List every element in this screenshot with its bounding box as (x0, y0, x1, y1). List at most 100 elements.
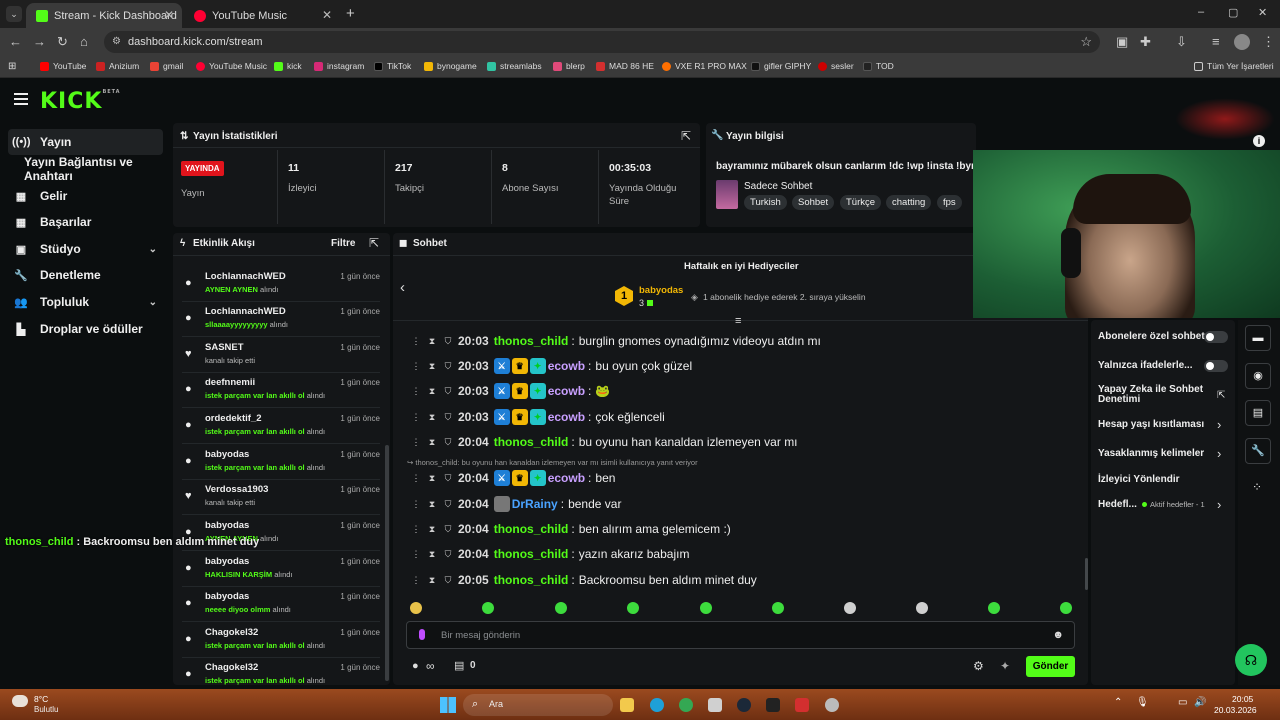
microphone-icon[interactable] (419, 629, 425, 640)
epic-games-icon[interactable] (766, 698, 780, 712)
send-button[interactable]: Gönder (1026, 656, 1075, 677)
drag-handle-icon[interactable]: ⋮ (410, 473, 422, 484)
timeout-icon[interactable]: ⧗ (426, 386, 438, 397)
chat-collapse-icon[interactable]: ≡ (735, 315, 741, 327)
back-icon[interactable]: ← (9, 35, 22, 49)
timeout-icon[interactable]: ⧗ (426, 437, 438, 448)
message-username[interactable]: thonos_child (494, 547, 569, 561)
steam-icon[interactable] (737, 698, 751, 712)
sidebar-item-yayin[interactable]: ((•)) Yayın (8, 129, 163, 155)
emote-icon[interactable] (988, 602, 1000, 614)
message-username[interactable]: thonos_child (494, 573, 569, 587)
chat-bubble-rail-icon[interactable]: ▬ (1245, 325, 1271, 351)
shield-icon[interactable]: ⛉ (442, 336, 454, 347)
activity-username[interactable]: SASNET (205, 342, 244, 353)
viewer-redirect-setting[interactable]: İzleyici Yönlendir (1098, 474, 1180, 485)
drag-handle-icon[interactable]: ⋮ (410, 412, 422, 423)
app-red-icon[interactable] (795, 698, 809, 712)
chat-message[interactable]: ⋮ ⧗ ⛉ 20:03 thonos_child: burglin gnomes oyna… (410, 332, 821, 350)
shield-icon[interactable]: ⛉ (442, 473, 454, 484)
maximize-button[interactable]: ▢ (1228, 6, 1238, 19)
activity-item[interactable]: ● babyodas 1 gün önce istek parçam var lan … (182, 445, 380, 480)
message-username[interactable]: ecowb (548, 384, 585, 398)
hamburger-menu-icon[interactable] (14, 93, 28, 105)
chat-message[interactable]: ⋮ ⧗ ⛉ 20:04 thonos_child: bu oyunu han kanald… (410, 433, 798, 451)
downloads-icon[interactable]: ⇩ (1176, 35, 1187, 49)
drag-handle-icon[interactable]: ⋮ (410, 549, 422, 560)
shield-icon[interactable]: ⛉ (442, 361, 454, 372)
extensions-puzzle-icon[interactable]: ✚ (1140, 35, 1151, 49)
emote-icon[interactable] (555, 602, 567, 614)
gifter-name[interactable]: babyodas (639, 285, 683, 296)
support-button[interactable]: ☊ (1235, 644, 1267, 676)
tag-fps[interactable]: fps (937, 195, 962, 210)
activity-item[interactable]: ● babyodas 1 gün önce neeee diyoo olmm alın… (182, 587, 380, 622)
tray-mic-icon[interactable]: 🎙 (1136, 697, 1149, 708)
emote-icon[interactable] (1060, 602, 1072, 614)
message-username[interactable]: thonos_child (494, 435, 569, 449)
popout-icon[interactable]: ⇱ (681, 129, 691, 143)
chat-message[interactable]: ⋮ ⧗ ⛉ 20:04 thonos_child: ben alırım ama gele… (410, 520, 731, 538)
chat-scrollbar[interactable] (1085, 558, 1088, 590)
sidebar-item-droplar[interactable]: ▙ Droplar ve ödüller (8, 316, 163, 342)
message-username[interactable]: ecowb (548, 359, 585, 373)
activity-username[interactable]: babyodas (205, 556, 249, 567)
chevron-right-icon[interactable]: › (1217, 417, 1221, 432)
site-info-icon[interactable]: ⚙ (112, 36, 121, 47)
mod-rail-icon[interactable]: ▤ (1245, 400, 1271, 426)
new-tab-button[interactable]: + (346, 5, 355, 22)
weather-icon[interactable] (12, 695, 28, 707)
emote-icon[interactable] (410, 602, 422, 614)
timeout-icon[interactable]: ⧗ (426, 499, 438, 510)
timeout-icon[interactable]: ⧗ (426, 336, 438, 347)
sidebar-item-denetleme[interactable]: 🔧 Denetleme (8, 262, 163, 288)
filter-button[interactable]: Filtre (331, 238, 355, 249)
extension-icon[interactable]: ▣ (1116, 35, 1128, 49)
shield-icon[interactable]: ⛉ (442, 499, 454, 510)
notepad-icon[interactable] (708, 698, 722, 712)
activity-username[interactable]: deefnnemii (205, 377, 255, 388)
activity-username[interactable]: Chagokel32 (205, 662, 258, 673)
activity-item[interactable]: ● LochlannachWED 1 gün önce AYNEN AYNEN alı… (182, 267, 380, 302)
activity-item[interactable]: ● babyodas 1 gün önce HAKLISIN KARŞİM alınd… (182, 552, 380, 587)
activity-scrollbar[interactable] (385, 445, 389, 681)
timeout-icon[interactable]: ⧗ (426, 412, 438, 423)
activity-username[interactable]: ordedektif_2 (205, 413, 262, 424)
account-age-setting[interactable]: Hesap yaşı kısıtlaması (1098, 419, 1204, 430)
reading-list-icon[interactable]: ≡ (1212, 35, 1220, 49)
tray-chevron-icon[interactable]: ⌃ (1114, 697, 1122, 708)
chevron-down-icon[interactable]: ⌄ (149, 297, 157, 308)
minimize-button[interactable]: – (1198, 6, 1204, 18)
gifters-back-icon[interactable]: ‹ (400, 279, 405, 296)
bookmark-tiktok[interactable]: TikTok (374, 61, 411, 71)
chat-message[interactable]: ⋮ ⧗ ⛉ 20:04 DrRainy: bende var (410, 495, 621, 513)
goals-setting[interactable]: Hedefl... (1098, 499, 1137, 510)
activity-username[interactable]: babyodas (205, 591, 249, 602)
popout-icon[interactable]: ⇱ (369, 236, 379, 250)
clock-date[interactable]: 20.03.2026 (1214, 705, 1257, 715)
emote-icon[interactable] (772, 602, 784, 614)
message-username[interactable]: thonos_child (494, 522, 569, 536)
reload-icon[interactable]: ↻ (57, 35, 68, 49)
message-username[interactable]: DrRainy (512, 497, 558, 511)
broadcast-rail-icon[interactable]: ◉ (1245, 363, 1271, 389)
chevron-down-icon[interactable]: ⌄ (149, 244, 157, 255)
timeout-icon[interactable]: ⧗ (426, 361, 438, 372)
category-name[interactable]: Sadece Sohbet (744, 181, 812, 192)
tray-network-icon[interactable]: ▭ (1178, 697, 1187, 708)
bookmark-giphy[interactable]: gifler GIPHY (751, 61, 811, 71)
browser-menu-icon[interactable]: ⋮ (1262, 35, 1275, 49)
chat-settings-icon[interactable]: ⚙ (973, 659, 984, 673)
chevron-right-icon[interactable]: › (1217, 446, 1221, 461)
bookmark-tod[interactable]: TOD (863, 61, 894, 71)
shield-icon[interactable]: ⛉ (442, 437, 454, 448)
app-settings-icon[interactable] (825, 698, 839, 712)
tab-search-button[interactable]: ⌄ (6, 6, 22, 22)
banned-words-setting[interactable]: Yasaklanmış kelimeler (1098, 448, 1204, 459)
bookmark-streamlabs[interactable]: streamlabs (487, 61, 542, 71)
shield-icon[interactable]: ⛉ (442, 412, 454, 423)
chat-message[interactable]: ⋮ ⧗ ⛉ 20:04 ⚔ ♛ ✦ ecowb: ben (410, 469, 615, 487)
chat-message[interactable]: ⋮ ⧗ ⛉ 20:05 thonos_child: Backroomsu ben aldı… (410, 571, 757, 589)
sidebar-item-basarilar[interactable]: ▦ Başarılar (8, 209, 163, 235)
sidebar-item-gelir[interactable]: ▦ Gelir (8, 183, 163, 209)
